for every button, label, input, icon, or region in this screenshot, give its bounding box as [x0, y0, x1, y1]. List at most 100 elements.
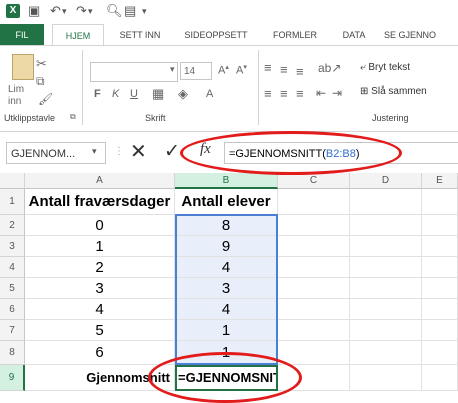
tab-file[interactable]: FIL	[0, 24, 44, 46]
cell-a5[interactable]: 3	[25, 278, 175, 299]
paste-icon[interactable]	[12, 54, 34, 80]
customize-qat-icon[interactable]: ▾	[142, 6, 147, 17]
paste-label[interactable]: Lim	[8, 84, 24, 95]
grow-font-icon[interactable]: A▴	[218, 63, 229, 77]
decrease-indent-icon[interactable]: ⇤	[316, 86, 326, 100]
cell-e2[interactable]	[422, 215, 458, 236]
row-header[interactable]: 2	[0, 215, 25, 236]
cell-c3[interactable]	[278, 236, 350, 257]
tab-page-layout[interactable]: SIDEOPPSETT	[176, 24, 256, 46]
row-header[interactable]: 8	[0, 341, 25, 365]
row-header[interactable]: 1	[0, 189, 25, 215]
align-bottom-icon[interactable]: ≡	[296, 64, 304, 79]
cell-b1[interactable]: Antall elever	[175, 189, 278, 215]
select-all-corner[interactable]	[0, 173, 25, 189]
tab-home[interactable]: HJEM	[52, 24, 104, 47]
cell-d9[interactable]	[350, 365, 422, 391]
cell-a9[interactable]: Gjennomsnitt	[25, 365, 175, 391]
row-header[interactable]: 4	[0, 257, 25, 278]
column-header-d[interactable]: D	[350, 173, 422, 189]
font-size-dropdown[interactable]: 14	[180, 62, 212, 80]
cell-d6[interactable]	[350, 299, 422, 320]
wrap-text-button[interactable]: ⤶ Bryt tekst	[360, 62, 410, 73]
cell-e8[interactable]	[422, 341, 458, 365]
row-header[interactable]: 7	[0, 320, 25, 341]
cell-c8[interactable]	[278, 341, 350, 365]
save-icon[interactable]: ▣	[28, 3, 40, 19]
cell-d8[interactable]	[350, 341, 422, 365]
cell-e1[interactable]	[422, 189, 458, 215]
clipboard-launcher-icon[interactable]: ⧉	[70, 112, 76, 122]
cell-d4[interactable]	[350, 257, 422, 278]
font-color-icon[interactable]: A	[206, 88, 213, 100]
cell-d1[interactable]	[350, 189, 422, 215]
cell-c2[interactable]	[278, 215, 350, 236]
cancel-icon[interactable]: ✕	[130, 139, 147, 164]
cell-e6[interactable]	[422, 299, 458, 320]
bold-button[interactable]: F	[94, 88, 101, 100]
undo-icon[interactable]: ↶	[50, 3, 61, 19]
chevron-down-icon[interactable]: ▾	[170, 64, 175, 75]
cell-a7[interactable]: 5	[25, 320, 175, 341]
enter-icon[interactable]: ✓	[164, 140, 180, 163]
align-center-icon[interactable]: ≡	[280, 86, 288, 101]
align-top-icon[interactable]: ≡	[264, 60, 272, 75]
cell-a2[interactable]: 0	[25, 215, 175, 236]
cell-d5[interactable]	[350, 278, 422, 299]
column-header-e[interactable]: E	[422, 173, 458, 189]
cell-c1[interactable]	[278, 189, 350, 215]
tab-insert[interactable]: SETT INN	[110, 24, 170, 46]
cell-e5[interactable]	[422, 278, 458, 299]
row-header[interactable]: 6	[0, 299, 25, 320]
align-right-icon[interactable]: ≡	[296, 86, 304, 101]
column-header-c[interactable]: C	[278, 173, 350, 189]
redo-dropdown-icon[interactable]: ▾	[88, 6, 93, 17]
cell-d2[interactable]	[350, 215, 422, 236]
cell-e4[interactable]	[422, 257, 458, 278]
column-header-b[interactable]: B	[175, 173, 278, 189]
shrink-font-icon[interactable]: A▾	[236, 63, 247, 77]
copy-icon[interactable]: ⧉	[36, 74, 45, 89]
cell-a4[interactable]: 2	[25, 257, 175, 278]
cell-c6[interactable]	[278, 299, 350, 320]
cell-a6[interactable]: 4	[25, 299, 175, 320]
cell-c4[interactable]	[278, 257, 350, 278]
cell-c7[interactable]	[278, 320, 350, 341]
row-header[interactable]: 5	[0, 278, 25, 299]
fill-color-icon[interactable]: ◈	[178, 86, 188, 102]
cell-e3[interactable]	[422, 236, 458, 257]
format-painter-icon[interactable]: 🖌︎	[38, 92, 53, 106]
name-box-dropdown-icon[interactable]: ▾	[92, 146, 97, 157]
cell-d7[interactable]	[350, 320, 422, 341]
print-preview-icon[interactable]: 🔍︎	[106, 3, 123, 19]
tab-formulas[interactable]: FORMLER	[264, 24, 326, 46]
cell-a1[interactable]: Antall fraværsdager	[25, 189, 175, 215]
borders-icon[interactable]: ▦	[152, 86, 164, 102]
tab-review[interactable]: SE GJENNO	[384, 24, 458, 46]
insert-function-icon[interactable]: fx	[200, 141, 211, 158]
redo-icon[interactable]: ↷	[76, 3, 87, 19]
cut-icon[interactable]: ✂	[36, 56, 47, 72]
italic-button[interactable]: K	[112, 88, 119, 100]
undo-dropdown-icon[interactable]: ▾	[62, 6, 67, 17]
align-middle-icon[interactable]: ≡	[280, 62, 288, 77]
cell-c9[interactable]	[278, 365, 350, 391]
align-left-icon[interactable]: ≡	[264, 86, 272, 101]
cell-e7[interactable]	[422, 320, 458, 341]
cell-e9[interactable]	[422, 365, 458, 391]
cell-a3[interactable]: 1	[25, 236, 175, 257]
font-name-dropdown[interactable]	[90, 62, 178, 82]
name-box[interactable]: GJENNOM...	[6, 142, 106, 164]
orientation-icon[interactable]: ab↗	[318, 61, 341, 75]
column-header-a[interactable]: A	[25, 173, 175, 189]
tab-data[interactable]: DATA	[334, 24, 374, 46]
underline-button[interactable]: U	[130, 88, 138, 100]
paste-sub-label[interactable]: inn	[8, 96, 21, 107]
cell-c5[interactable]	[278, 278, 350, 299]
row-header[interactable]: 3	[0, 236, 25, 257]
form-icon[interactable]: ▤	[124, 3, 136, 19]
merge-center-button[interactable]: ⊞ Slå sammen	[360, 86, 427, 97]
cell-d3[interactable]	[350, 236, 422, 257]
cell-a8[interactable]: 6	[25, 341, 175, 365]
row-header[interactable]: 9	[0, 365, 25, 391]
